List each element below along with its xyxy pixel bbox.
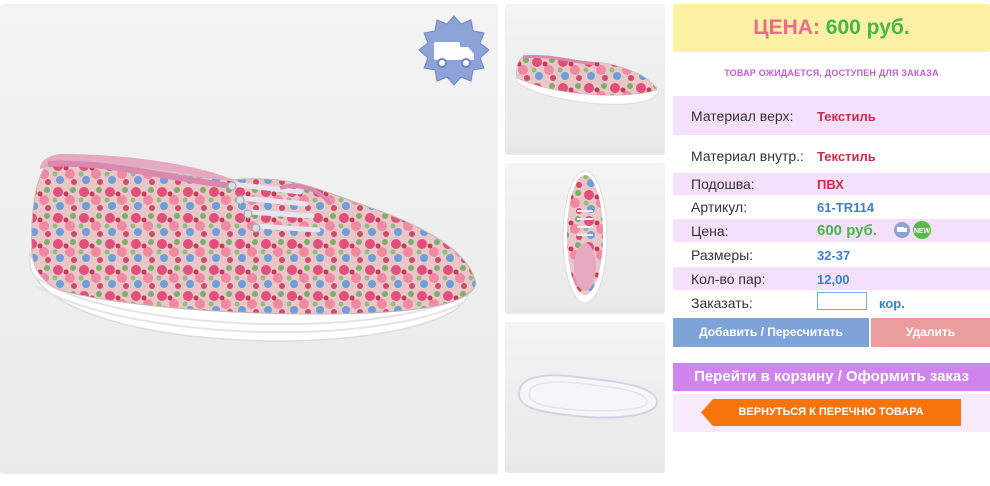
spec-key: Заказать: bbox=[691, 295, 753, 311]
availability-status: ТОВАР ОЖИДАЕТСЯ, ДОСТУПЕН ДЛЯ ЗАКАЗА bbox=[724, 68, 939, 78]
thumbnail-side-view[interactable] bbox=[505, 4, 665, 155]
spec-value: 12,00 bbox=[817, 272, 850, 287]
spec-row-pairs: Кол-во пар: 12,00 bbox=[673, 267, 990, 290]
shoe-sole-image bbox=[517, 374, 659, 419]
spec-key: Подошва: bbox=[691, 176, 755, 192]
spec-key: Размеры: bbox=[691, 247, 754, 263]
spec-value: Текстиль bbox=[817, 149, 876, 164]
delivery-badge bbox=[416, 14, 492, 90]
truck-icon bbox=[894, 222, 910, 238]
spec-row-price: Цена: 600 руб. NEW bbox=[673, 219, 990, 242]
shoe-top-image bbox=[562, 170, 608, 304]
truck-icon bbox=[418, 15, 490, 86]
shoe-side-image bbox=[516, 54, 660, 105]
add-recalculate-button[interactable]: Добавить / Пересчитать bbox=[673, 318, 869, 347]
spec-key: Кол-во пар: bbox=[691, 271, 766, 287]
thumbnail-top-view[interactable] bbox=[505, 163, 665, 314]
spec-row-material-top: Материал верх: Текстиль bbox=[673, 96, 990, 135]
order-quantity-input[interactable] bbox=[817, 292, 867, 310]
spec-value: 32-37 bbox=[817, 248, 851, 263]
spec-row-sole: Подошва: ПВХ bbox=[673, 173, 990, 195]
spec-key: Артикул: bbox=[691, 199, 748, 215]
price-label: ЦЕНА: bbox=[753, 16, 820, 39]
new-icon: NEW bbox=[913, 221, 931, 239]
spec-key: Материал верх: bbox=[691, 108, 794, 124]
price-value: 600 руб. bbox=[825, 16, 910, 39]
spec-row-order: Заказать: кор. bbox=[673, 292, 990, 314]
spec-key: Материал внутр.: bbox=[691, 148, 804, 164]
spec-key: Цена: bbox=[691, 223, 729, 239]
thumbnail-sole-view[interactable] bbox=[505, 322, 665, 473]
new-badge-text: NEW bbox=[914, 228, 931, 235]
order-unit: кор. bbox=[879, 296, 905, 311]
spec-row-article: Артикул: 61-TR114 bbox=[673, 196, 990, 218]
spec-row-material-inner: Материал внутр.: Текстиль bbox=[673, 140, 990, 170]
main-product-image[interactable] bbox=[0, 4, 498, 474]
spec-value: Текстиль bbox=[817, 109, 876, 124]
spec-row-sizes: Размеры: 32-37 bbox=[673, 243, 990, 266]
price-header: ЦЕНА: 600 руб. bbox=[673, 4, 990, 52]
back-to-list-button[interactable]: ВЕРНУТЬСЯ К ПЕРЕЧНЮ ТОВАРА bbox=[701, 399, 961, 426]
spec-value: 61-TR114 bbox=[817, 200, 875, 215]
go-to-cart-button[interactable]: Перейти в корзину / Оформить заказ bbox=[673, 363, 990, 391]
spec-value: 600 руб. bbox=[817, 222, 877, 239]
spec-value: ПВХ bbox=[817, 177, 844, 192]
back-container: ВЕРНУТЬСЯ К ПЕРЕЧНЮ ТОВАРА bbox=[673, 394, 990, 432]
price-icons: NEW bbox=[893, 220, 933, 243]
delete-button[interactable]: Удалить bbox=[871, 318, 990, 347]
